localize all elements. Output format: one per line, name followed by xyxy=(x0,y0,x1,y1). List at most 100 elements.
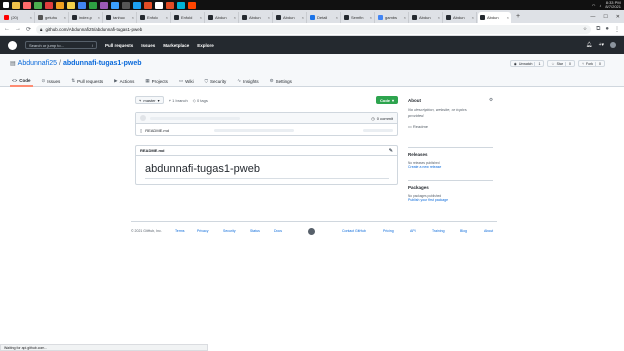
pencil-icon[interactable]: ✎ xyxy=(389,148,393,154)
search-input[interactable]: Search or jump to... / xyxy=(25,41,97,49)
star-button[interactable]: ☆ Star 0 xyxy=(547,60,575,67)
code-button[interactable]: Code ▾ xyxy=(375,96,398,104)
branch-select-button[interactable]: ⑂ master ▾ xyxy=(135,96,164,104)
app-icon[interactable] xyxy=(144,1,152,9)
github-mark-icon[interactable] xyxy=(308,228,315,235)
tab-pull-requests[interactable]: ⇅ Pull requests xyxy=(69,75,105,87)
minimize-icon[interactable]: — xyxy=(590,14,595,20)
volume-icon[interactable]: ♪ xyxy=(599,3,601,8)
app-icon[interactable] xyxy=(133,1,141,9)
nav-explore[interactable]: Explore xyxy=(197,43,214,48)
tab-settings[interactable]: ⚙ Settings xyxy=(268,75,294,87)
app-icon[interactable] xyxy=(45,1,53,9)
footer-link[interactable]: Status xyxy=(250,229,260,233)
tab-close-icon[interactable]: × xyxy=(507,15,509,20)
clock[interactable]: 8:33 PM 8/7/2021 xyxy=(605,1,621,9)
back-icon[interactable]: ← xyxy=(4,26,10,32)
footer-link[interactable]: Security xyxy=(223,229,236,233)
profile-icon[interactable]: ● xyxy=(605,26,609,32)
nav-marketplace[interactable]: Marketplace xyxy=(163,43,189,48)
tab-close-icon[interactable]: × xyxy=(438,15,440,20)
wifi-icon[interactable]: ◠ xyxy=(592,3,596,8)
create-release-link[interactable]: Create a new release xyxy=(408,165,493,169)
app-icon[interactable] xyxy=(100,1,108,9)
maximize-icon[interactable]: ☐ xyxy=(603,14,607,20)
tab-wiki[interactable]: ▭ Wiki xyxy=(177,75,196,87)
browser-tab[interactable]: Abdun × xyxy=(206,12,239,23)
plus-icon[interactable]: +▾ xyxy=(599,42,604,48)
tab-code[interactable]: <> Code xyxy=(10,75,33,87)
windows-icon[interactable] xyxy=(3,2,9,8)
repo-owner-link[interactable]: Abdunnafi25 xyxy=(18,60,57,67)
app-icon[interactable] xyxy=(188,1,196,9)
browser-tab[interactable]: index.p × xyxy=(70,12,103,23)
menu-icon[interactable]: ⋮ xyxy=(614,26,620,33)
tab-close-icon[interactable]: × xyxy=(64,15,66,20)
browser-tab[interactable]: getuhu × xyxy=(36,12,69,23)
app-icon[interactable] xyxy=(166,1,174,9)
browser-tab[interactable]: (20) × xyxy=(2,12,35,23)
app-icon[interactable] xyxy=(23,1,31,9)
app-icon[interactable] xyxy=(89,1,97,9)
fork-button[interactable]: ⑂ Fork 0 xyxy=(577,60,605,67)
avatar[interactable] xyxy=(610,42,616,48)
browser-tab[interactable]: Detail × xyxy=(308,12,341,23)
publish-package-link[interactable]: Publish your first package xyxy=(408,198,493,202)
footer-link[interactable]: About xyxy=(484,229,493,233)
github-logo-icon[interactable] xyxy=(8,40,17,50)
nav-issues[interactable]: Issues xyxy=(141,43,155,48)
readme-link[interactable]: ▭ Readme xyxy=(408,124,493,129)
tab-actions[interactable]: ▶ Actions xyxy=(112,75,136,87)
chrome-icon[interactable] xyxy=(78,1,86,9)
commits-link[interactable]: ◷ 0 commit xyxy=(371,116,393,121)
tab-close-icon[interactable]: × xyxy=(200,15,202,20)
tab-close-icon[interactable]: × xyxy=(370,15,372,20)
new-tab-button[interactable]: + xyxy=(512,13,524,20)
tab-security[interactable]: ⛉ Security xyxy=(203,75,229,87)
footer-link[interactable]: Blog xyxy=(460,229,467,233)
bell-icon[interactable]: 🔔︎ xyxy=(586,42,592,48)
nav-pull-requests[interactable]: Pull requests xyxy=(105,43,133,48)
file-name[interactable]: README.md xyxy=(145,128,169,133)
tags-link[interactable]: ◇ 0 tags xyxy=(193,98,208,103)
tab-issues[interactable]: ⊙ Issues xyxy=(40,75,63,87)
reload-icon[interactable]: ⟳ xyxy=(26,26,31,33)
browser-tab[interactable]: Semfin × xyxy=(342,12,375,23)
tab-close-icon[interactable]: × xyxy=(472,15,474,20)
browser-tab[interactable]: gambs × xyxy=(376,12,409,23)
file-row[interactable]: ▯ README.md xyxy=(136,124,397,136)
browser-tab[interactable]: Abdun × xyxy=(410,12,443,23)
branches-link[interactable]: ⑂ 1 branch xyxy=(169,98,188,103)
vscode-icon[interactable] xyxy=(111,1,119,9)
browser-tab[interactable]: Abdun × xyxy=(478,12,511,23)
tab-insights[interactable]: ∿ Insights xyxy=(235,75,260,87)
tab-close-icon[interactable]: × xyxy=(30,15,32,20)
address-bar[interactable]: 🔒︎ github.com/Abdunnafi25/abdunnafi-tuga… xyxy=(36,24,592,34)
browser-tab[interactable]: Abdun × xyxy=(240,12,273,23)
star-bookmark-icon[interactable]: ☆ xyxy=(583,26,587,32)
footer-link[interactable]: Docs xyxy=(274,229,282,233)
repo-name-link[interactable]: abdunnafi-tugas1-pweb xyxy=(63,60,142,67)
extensions-icon[interactable]: ⧉ xyxy=(596,26,600,33)
tab-close-icon[interactable]: × xyxy=(268,15,270,20)
unwatch-button[interactable]: ◉ Unwatch 1 xyxy=(509,60,545,67)
footer-link[interactable]: Terms xyxy=(175,229,185,233)
app-icon[interactable] xyxy=(34,1,42,9)
tab-close-icon[interactable]: × xyxy=(132,15,134,20)
forward-icon[interactable]: → xyxy=(15,26,21,32)
folder-icon[interactable] xyxy=(67,1,75,9)
app-icon[interactable] xyxy=(56,1,64,9)
tab-close-icon[interactable]: × xyxy=(404,15,406,20)
footer-link[interactable]: API xyxy=(410,229,416,233)
footer-link[interactable]: Pricing xyxy=(383,229,394,233)
footer-link[interactable]: Privacy xyxy=(197,229,208,233)
tab-close-icon[interactable]: × xyxy=(336,15,338,20)
browser-tab[interactable]: tanhuc × xyxy=(104,12,137,23)
tab-close-icon[interactable]: × xyxy=(302,15,304,20)
footer-link[interactable]: Training xyxy=(432,229,445,233)
footer-link[interactable]: Contact GitHub xyxy=(342,229,366,233)
browser-tab[interactable]: Enfolc × xyxy=(138,12,171,23)
close-icon[interactable]: ✕ xyxy=(616,14,620,20)
files-icon[interactable] xyxy=(12,1,20,9)
browser-tab[interactable]: Enfold × xyxy=(172,12,205,23)
